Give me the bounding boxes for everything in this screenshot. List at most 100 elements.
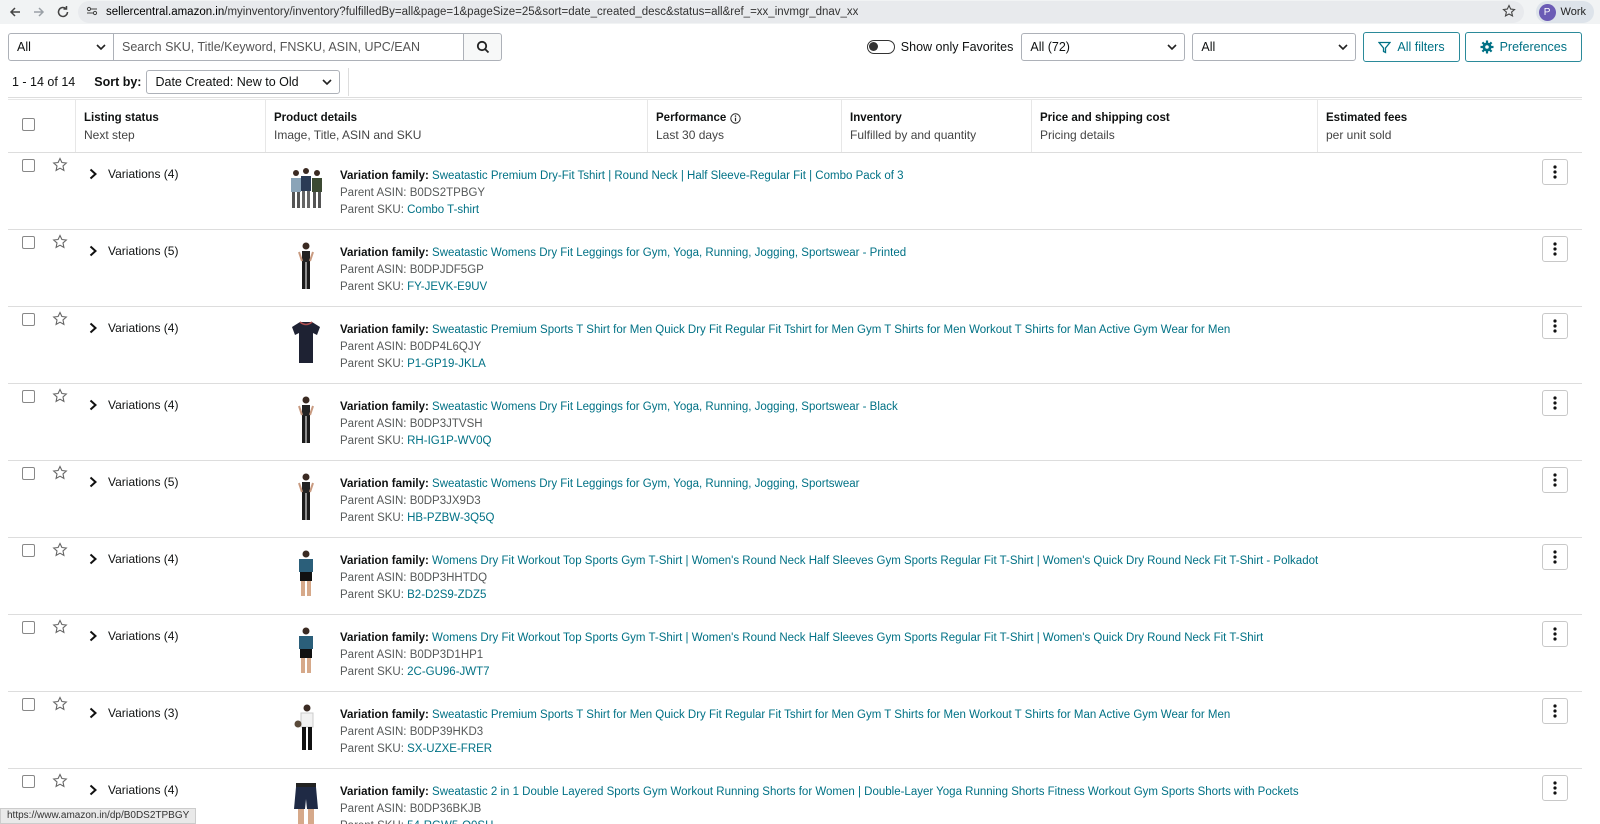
column-inventory[interactable]: Inventory Fulfilled by and quantity xyxy=(842,100,1032,152)
parent-sku-link[interactable]: 2C-GU96-JWT7 xyxy=(407,666,489,678)
row-checkbox[interactable] xyxy=(22,621,35,634)
preferences-button[interactable]: Preferences xyxy=(1464,32,1582,62)
product-thumbnail[interactable] xyxy=(286,548,326,600)
product-title-link[interactable]: Sweatastic 2 in 1 Double Layered Sports … xyxy=(432,786,1299,798)
column-estimated-fees[interactable]: Estimated fees per unit sold xyxy=(1318,100,1582,152)
row-checkbox[interactable] xyxy=(22,775,35,788)
fulfillment-filter-value: All xyxy=(1201,40,1216,54)
product-thumbnail[interactable] xyxy=(286,471,326,523)
select-all-checkbox[interactable] xyxy=(22,118,35,131)
search-scope-value: All xyxy=(17,40,31,54)
product-title-link[interactable]: Sweatastic Premium Sports T Shirt for Me… xyxy=(432,709,1230,721)
column-title: Performance xyxy=(656,112,727,124)
row-checkbox[interactable] xyxy=(22,467,35,480)
variations-expander[interactable]: Variations (4) xyxy=(88,629,178,643)
row-actions-button[interactable] xyxy=(1542,236,1568,262)
row-actions-button[interactable] xyxy=(1542,467,1568,493)
row-checkbox[interactable] xyxy=(22,544,35,557)
parent-sku-link[interactable]: SX-UZXE-FRER xyxy=(407,743,492,755)
kebab-menu-icon xyxy=(1553,627,1557,641)
parent-sku-label: Parent SKU: xyxy=(340,743,404,755)
parent-sku-link[interactable]: P1-GP19-JKLA xyxy=(407,358,486,370)
row-actions-button[interactable] xyxy=(1542,775,1568,801)
product-thumbnail[interactable] xyxy=(286,394,326,446)
back-icon[interactable] xyxy=(6,3,24,21)
bookmark-star-icon[interactable] xyxy=(1501,3,1516,21)
select-all-cell xyxy=(8,100,76,152)
variations-expander[interactable]: Variations (4) xyxy=(88,398,178,412)
search-input[interactable] xyxy=(114,33,464,61)
row-checkbox[interactable] xyxy=(22,236,35,249)
parent-sku-link[interactable]: RH-IG1P-WV0Q xyxy=(407,435,491,447)
reload-icon[interactable] xyxy=(54,3,72,21)
variations-expander[interactable]: Variations (5) xyxy=(88,475,178,489)
product-title-link[interactable]: Sweatastic Womens Dry Fit Leggings for G… xyxy=(432,478,859,490)
variations-expander[interactable]: Variations (4) xyxy=(88,552,178,566)
product-title-link[interactable]: Womens Dry Fit Workout Top Sports Gym T-… xyxy=(432,555,1318,567)
favorite-star-icon[interactable] xyxy=(52,542,68,558)
parent-sku-link[interactable]: 54-RGW5-Q0SH xyxy=(407,820,493,824)
column-listing-status[interactable]: Listing status Next step xyxy=(76,100,266,152)
search-button[interactable] xyxy=(464,33,502,61)
forward-icon[interactable] xyxy=(30,3,48,21)
product-title-link[interactable]: Sweatastic Premium Sports T Shirt for Me… xyxy=(432,324,1230,336)
parent-sku-link[interactable]: B2-D2S9-ZDZ5 xyxy=(407,589,486,601)
site-info-icon[interactable] xyxy=(86,5,98,20)
parent-sku-link[interactable]: HB-PZBW-3Q5Q xyxy=(407,512,494,524)
row-actions-button[interactable] xyxy=(1542,159,1568,185)
product-title-link[interactable]: Womens Dry Fit Workout Top Sports Gym T-… xyxy=(432,632,1263,644)
table-row: Variations (4) Variation family: Womens … xyxy=(8,615,1582,692)
address-bar[interactable]: sellercentral.amazon.in/myinventory/inve… xyxy=(78,1,1524,23)
product-thumbnail[interactable] xyxy=(286,163,326,215)
product-title-link[interactable]: Sweatastic Womens Dry Fit Leggings for G… xyxy=(432,247,906,259)
row-actions-button[interactable] xyxy=(1542,390,1568,416)
row-actions-button[interactable] xyxy=(1542,313,1568,339)
variations-expander[interactable]: Variations (4) xyxy=(88,321,178,335)
favorite-star-icon[interactable] xyxy=(52,388,68,404)
product-thumbnail[interactable] xyxy=(286,625,326,677)
info-icon[interactable] xyxy=(730,112,742,124)
fulfillment-filter-select[interactable]: All xyxy=(1192,33,1357,61)
variations-expander[interactable]: Variations (4) xyxy=(88,167,178,181)
column-product-details[interactable]: Product details Image, Title, ASIN and S… xyxy=(266,100,648,152)
preferences-label: Preferences xyxy=(1499,40,1567,54)
favorite-star-icon[interactable] xyxy=(52,465,68,481)
favorite-star-icon[interactable] xyxy=(52,157,68,173)
parent-sku-link[interactable]: FY-JEVK-E9UV xyxy=(407,281,487,293)
product-title-link[interactable]: Sweatastic Premium Dry-Fit Tshirt | Roun… xyxy=(432,170,903,182)
favorite-star-icon[interactable] xyxy=(52,311,68,327)
row-actions-button[interactable] xyxy=(1542,698,1568,724)
variations-expander[interactable]: Variations (5) xyxy=(88,244,178,258)
parent-sku-label: Parent SKU: xyxy=(340,820,404,824)
row-checkbox[interactable] xyxy=(22,159,35,172)
product-title-link[interactable]: Sweatastic Womens Dry Fit Leggings for G… xyxy=(432,401,898,413)
favorites-toggle[interactable] xyxy=(866,40,895,54)
row-actions-button[interactable] xyxy=(1542,621,1568,647)
row-checkbox[interactable] xyxy=(22,698,35,711)
product-thumbnail[interactable] xyxy=(286,240,326,292)
column-price[interactable]: Price and shipping cost Pricing details xyxy=(1032,100,1318,152)
parent-sku-link[interactable]: Combo T-shirt xyxy=(407,204,479,216)
row-checkbox[interactable] xyxy=(22,390,35,403)
variations-expander[interactable]: Variations (4) xyxy=(88,783,178,797)
search-scope-select[interactable]: All xyxy=(8,33,114,61)
profile-button[interactable]: P Work xyxy=(1535,1,1594,23)
sort-select[interactable]: Date Created: New to Old xyxy=(146,69,341,94)
product-thumbnail[interactable] xyxy=(286,317,326,369)
row-actions-button[interactable] xyxy=(1542,544,1568,570)
row-checkbox[interactable] xyxy=(22,313,35,326)
column-performance[interactable]: Performance Last 30 days xyxy=(648,100,842,152)
favorite-star-icon[interactable] xyxy=(52,773,68,789)
favorite-star-icon[interactable] xyxy=(52,234,68,250)
favorite-star-icon[interactable] xyxy=(52,696,68,712)
avatar: P xyxy=(1538,3,1556,21)
kebab-menu-icon xyxy=(1553,242,1557,256)
status-filter-select[interactable]: All (72) xyxy=(1021,33,1186,61)
favorite-star-icon[interactable] xyxy=(52,619,68,635)
product-thumbnail[interactable] xyxy=(286,779,326,824)
all-filters-button[interactable]: All filters xyxy=(1363,32,1460,62)
product-thumbnail[interactable] xyxy=(286,702,326,754)
variations-expander[interactable]: Variations (3) xyxy=(88,706,178,720)
chevron-right-icon xyxy=(89,630,97,642)
kebab-menu-icon xyxy=(1553,319,1557,333)
